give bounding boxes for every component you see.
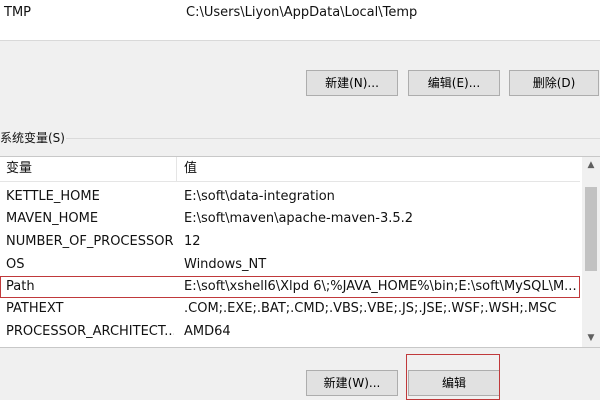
scroll-down-arrow-icon[interactable]: ▼: [582, 330, 600, 347]
scroll-thumb[interactable]: [585, 187, 597, 271]
variable-name: Path: [6, 279, 35, 294]
variable-value: E:\soft\maven\apache-maven-3.5.2: [184, 211, 414, 226]
variable-value: .COM;.EXE;.BAT;.CMD;.VBS;.VBE;.JS;.JSE;.…: [184, 301, 557, 316]
column-divider[interactable]: [176, 157, 177, 181]
table-row[interactable]: PATHEXT .COM;.EXE;.BAT;.CMD;.VBS;.VBE;.J…: [0, 298, 580, 320]
user-delete-button[interactable]: 删除(D): [509, 70, 599, 96]
variable-name: MAVEN_HOME: [6, 211, 99, 226]
table-header: 变量 值: [0, 157, 580, 182]
table-row[interactable]: MAVEN_HOME E:\soft\maven\apache-maven-3.…: [0, 208, 580, 230]
variable-value: Windows_NT: [184, 257, 267, 272]
highlight-annotation-box: [406, 354, 500, 400]
variable-name: NUMBER_OF_PROCESSORS: [6, 234, 174, 249]
header-value[interactable]: 值: [184, 157, 576, 181]
variable-name: OS: [6, 257, 25, 272]
user-edit-button[interactable]: 编辑(E)...: [408, 70, 500, 96]
variable-name: TMP: [4, 5, 31, 20]
system-variables-label: 系统变量(S): [0, 131, 65, 145]
variable-value: 12: [184, 234, 201, 249]
table-row[interactable]: NUMBER_OF_PROCESSORS 12: [0, 231, 580, 253]
group-divider: [66, 138, 600, 139]
table-row[interactable]: PROCESSOR_ARCHITECT... AMD64: [0, 321, 580, 343]
scroll-up-arrow-icon[interactable]: ▲: [582, 157, 600, 174]
table-row[interactable]: KETTLE_HOME E:\soft\data-integration: [0, 186, 580, 208]
variable-value: AMD64: [184, 324, 231, 339]
vertical-scrollbar[interactable]: ▲ ▼: [582, 157, 600, 347]
system-new-button[interactable]: 新建(W)...: [306, 370, 398, 396]
variable-value: E:\soft\xshell6\Xlpd 6\;%JAVA_HOME%\bin;…: [184, 279, 576, 294]
header-variable[interactable]: 变量: [6, 157, 174, 181]
user-new-button[interactable]: 新建(N)...: [306, 70, 398, 96]
variable-name: PATHEXT: [6, 301, 64, 316]
system-variables-table[interactable]: 变量 值 KETTLE_HOME E:\soft\data-integratio…: [0, 156, 600, 348]
user-variables-panel: TMP C:\Users\Liyon\AppData\Local\Temp: [0, 0, 600, 41]
variable-name: KETTLE_HOME: [6, 189, 100, 204]
table-row[interactable]: OS Windows_NT: [0, 254, 580, 276]
table-row-selected[interactable]: Path E:\soft\xshell6\Xlpd 6\;%JAVA_HOME%…: [0, 276, 580, 298]
variable-value: C:\Users\Liyon\AppData\Local\Temp: [186, 5, 418, 20]
variable-name: PROCESSOR_ARCHITECT...: [6, 324, 174, 339]
variable-value: E:\soft\data-integration: [184, 189, 335, 204]
